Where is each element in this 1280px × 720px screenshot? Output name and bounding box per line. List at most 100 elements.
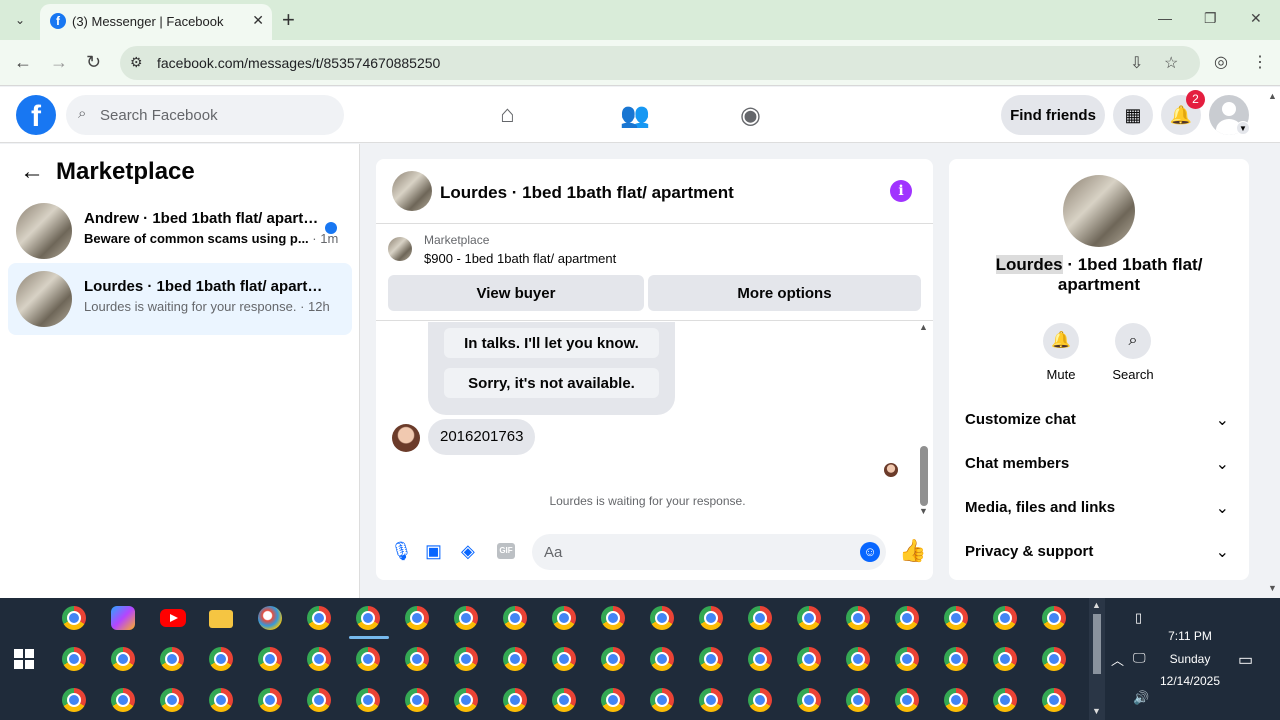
- chrome-app-icon[interactable]: [1042, 688, 1066, 712]
- quick-reply-button[interactable]: Sorry, it's not available.: [444, 368, 659, 398]
- chrome-app-icon[interactable]: [307, 606, 331, 630]
- forward-icon[interactable]: →: [50, 52, 68, 73]
- chat-title[interactable]: Lourdes · 1bed 1bath flat/ apartment: [440, 183, 734, 203]
- menu-grid-icon[interactable]: ▦: [1113, 95, 1153, 135]
- quick-reply-button[interactable]: In talks. I'll let you know.: [444, 328, 659, 358]
- sticker-icon[interactable]: ◈: [461, 541, 475, 562]
- chrome-app-icon[interactable]: [650, 688, 674, 712]
- file-explorer-icon[interactable]: [209, 610, 233, 628]
- thumbs-up-icon[interactable]: 👍: [899, 538, 926, 564]
- section-privacy-support[interactable]: Privacy & support ⌄: [949, 531, 1249, 575]
- scroll-down-icon[interactable]: ▼: [1092, 706, 1101, 716]
- install-app-icon[interactable]: ⇩: [1130, 53, 1143, 73]
- chrome-app-icon[interactable]: [944, 688, 968, 712]
- tablet-mode-icon[interactable]: ▯: [1135, 610, 1142, 626]
- window-close-icon[interactable]: ✕: [1250, 10, 1262, 27]
- scroll-up-icon[interactable]: ▲: [919, 322, 928, 332]
- back-arrow-icon[interactable]: ←: [20, 158, 44, 186]
- restore-icon[interactable]: ❐: [1204, 10, 1217, 27]
- scroll-down-icon[interactable]: ▼: [1268, 583, 1277, 593]
- profile-icon[interactable]: ◎: [1214, 52, 1228, 72]
- chrome-app-icon[interactable]: [797, 647, 821, 671]
- facebook-search[interactable]: ⌕: [66, 95, 344, 135]
- chrome-app-icon[interactable]: [405, 647, 429, 671]
- chrome-app-icon[interactable]: [1042, 647, 1066, 671]
- minimize-icon[interactable]: —: [1158, 10, 1172, 26]
- taskbar-scrollbar[interactable]: ▲ ▼: [1089, 598, 1105, 720]
- chrome-app-icon[interactable]: [552, 606, 576, 630]
- chrome-app-icon[interactable]: [405, 688, 429, 712]
- message-input[interactable]: [532, 534, 886, 570]
- chrome-app-icon[interactable]: [944, 647, 968, 671]
- chrome-app-icon[interactable]: [601, 606, 625, 630]
- chrome-app-icon[interactable]: [62, 688, 86, 712]
- groups-icon[interactable]: ◉: [740, 101, 761, 130]
- chrome-app-icon[interactable]: [1042, 606, 1066, 630]
- browser-menu-icon[interactable]: ⋮: [1252, 52, 1268, 72]
- chrome-app-icon[interactable]: [601, 688, 625, 712]
- conversation-andrew[interactable]: Andrew · 1bed 1bath flat/ apartm... Bewa…: [8, 195, 352, 267]
- chrome-app-icon[interactable]: [62, 606, 86, 630]
- message-bubble[interactable]: 2016201763: [428, 419, 536, 455]
- back-icon[interactable]: ←: [14, 52, 32, 73]
- clock-time[interactable]: 7:11 PM: [1150, 629, 1230, 643]
- chrome-app-icon[interactable]: [454, 647, 478, 671]
- page-scrollbar[interactable]: ▲ ▼: [1266, 87, 1280, 598]
- chrome-app-icon[interactable]: [650, 647, 674, 671]
- chrome-app-icon[interactable]: [307, 647, 331, 671]
- chrome-app-icon[interactable]: [405, 606, 429, 630]
- chrome-app-icon[interactable]: [552, 688, 576, 712]
- gif-icon[interactable]: GIF: [497, 543, 515, 559]
- view-buyer-button[interactable]: View buyer: [388, 275, 644, 311]
- chrome-app-icon[interactable]: [356, 606, 380, 630]
- chrome-app-icon[interactable]: [993, 606, 1017, 630]
- show-hidden-icons-icon[interactable]: ︿: [1111, 650, 1124, 669]
- clock-date[interactable]: 12/14/2025: [1150, 674, 1230, 688]
- chrome-app-icon[interactable]: [503, 688, 527, 712]
- chrome-app-icon[interactable]: [503, 606, 527, 630]
- tab-search-icon[interactable]: ⌄: [8, 8, 32, 32]
- chrome-app-icon[interactable]: [895, 688, 919, 712]
- conversation-lourdes[interactable]: Lourdes · 1bed 1bath flat/ apartment Lou…: [8, 263, 352, 335]
- chrome-app-icon[interactable]: [356, 688, 380, 712]
- paint-app-icon[interactable]: [258, 606, 282, 630]
- chrome-app-icon[interactable]: [62, 647, 86, 671]
- network-icon[interactable]: 🖵: [1133, 650, 1146, 666]
- chrome-app-icon[interactable]: [846, 647, 870, 671]
- chrome-app-icon[interactable]: [454, 606, 478, 630]
- address-bar[interactable]: ⚙ facebook.com/messages/t/85357467088525…: [120, 46, 1200, 80]
- mute-button[interactable]: 🔔 Mute: [1025, 323, 1097, 382]
- scroll-up-icon[interactable]: ▲: [1092, 600, 1101, 610]
- chrome-app-icon[interactable]: [160, 647, 184, 671]
- microphone-icon[interactable]: 🎙: [390, 541, 413, 562]
- chrome-app-icon[interactable]: [307, 688, 331, 712]
- chrome-app-icon[interactable]: [503, 647, 527, 671]
- chrome-app-icon[interactable]: [209, 688, 233, 712]
- chrome-app-icon[interactable]: [258, 647, 282, 671]
- section-chat-members[interactable]: Chat members ⌄: [949, 443, 1249, 487]
- facebook-logo-icon[interactable]: f: [16, 95, 56, 135]
- scrollbar-thumb[interactable]: [1093, 614, 1101, 674]
- section-media-files-links[interactable]: Media, files and links ⌄: [949, 487, 1249, 531]
- chrome-app-icon[interactable]: [846, 688, 870, 712]
- sender-avatar[interactable]: [392, 424, 420, 452]
- chrome-app-icon[interactable]: [552, 647, 576, 671]
- chrome-app-icon[interactable]: [111, 688, 135, 712]
- chrome-app-icon[interactable]: [258, 688, 282, 712]
- new-tab-icon[interactable]: +: [282, 7, 295, 33]
- chrome-app-icon[interactable]: [993, 647, 1017, 671]
- youtube-app-icon[interactable]: [160, 609, 186, 627]
- reload-icon[interactable]: ↻: [86, 52, 101, 73]
- chrome-app-icon[interactable]: [356, 647, 380, 671]
- clock-day[interactable]: Sunday: [1150, 652, 1230, 666]
- find-friends-button[interactable]: Find friends: [1001, 95, 1105, 135]
- chat-avatar[interactable]: [392, 171, 432, 211]
- thread-scrollbar[interactable]: ▲ ▼: [918, 322, 930, 518]
- chrome-app-icon[interactable]: [209, 647, 233, 671]
- chrome-app-icon[interactable]: [846, 606, 870, 630]
- chrome-app-icon[interactable]: [699, 688, 723, 712]
- volume-icon[interactable]: 🔊: [1133, 690, 1149, 706]
- chrome-app-icon[interactable]: [748, 647, 772, 671]
- copilot-app-icon[interactable]: [111, 606, 135, 630]
- chrome-app-icon[interactable]: [454, 688, 478, 712]
